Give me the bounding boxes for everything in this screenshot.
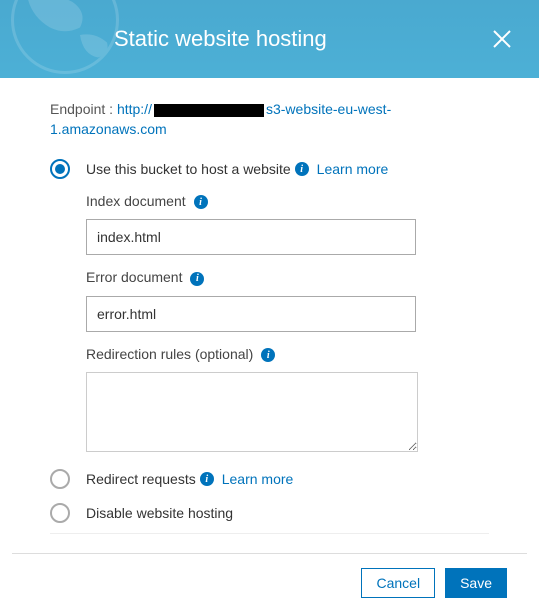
index-document-label: Index document i (86, 193, 489, 209)
endpoint-url-prefix: http:// (117, 101, 152, 117)
radio-host-website[interactable] (50, 159, 70, 179)
redacted-bucket-name (154, 104, 264, 117)
learn-more-link[interactable]: Learn more (222, 471, 294, 487)
option-host-website: Use this bucket to host a website i Lear… (50, 159, 489, 179)
option-disable-label: Disable website hosting (86, 505, 233, 521)
info-icon[interactable]: i (190, 272, 204, 286)
learn-more-link[interactable]: Learn more (317, 161, 389, 177)
endpoint-label: Endpoint : (50, 101, 117, 117)
info-icon[interactable]: i (200, 472, 214, 486)
cancel-button[interactable]: Cancel (361, 568, 435, 598)
info-icon[interactable]: i (295, 162, 309, 176)
close-icon[interactable] (489, 22, 515, 56)
redirection-rules-input[interactable] (86, 372, 418, 452)
save-button[interactable]: Save (445, 568, 507, 598)
host-website-fields: Index document i Error document i Redire… (86, 193, 489, 455)
error-document-input[interactable] (86, 296, 416, 332)
endpoint-text: Endpoint : http://s3-website-eu-west-1.a… (50, 100, 489, 139)
dialog-content: Endpoint : http://s3-website-eu-west-1.a… (0, 78, 539, 550)
dialog-title: Static website hosting (114, 26, 327, 52)
index-document-input[interactable] (86, 219, 416, 255)
option-redirect-requests: Redirect requests i Learn more (50, 469, 489, 489)
error-document-label-text: Error document (86, 269, 182, 285)
divider (50, 533, 489, 534)
info-icon[interactable]: i (194, 195, 208, 209)
redirection-rules-label-text: Redirection rules (optional) (86, 346, 253, 362)
error-document-label: Error document i (86, 269, 489, 285)
radio-redirect-requests[interactable] (50, 469, 70, 489)
dialog-footer: Cancel Save (12, 553, 527, 612)
radio-disable-hosting[interactable] (50, 503, 70, 523)
option-redirect-label: Redirect requests (86, 471, 196, 487)
option-disable-hosting: Disable website hosting (50, 503, 489, 523)
index-document-label-text: Index document (86, 193, 186, 209)
dialog-header: Static website hosting (0, 0, 539, 78)
redirection-rules-label: Redirection rules (optional) i (86, 346, 489, 362)
info-icon[interactable]: i (261, 348, 275, 362)
option-host-label: Use this bucket to host a website (86, 161, 291, 177)
